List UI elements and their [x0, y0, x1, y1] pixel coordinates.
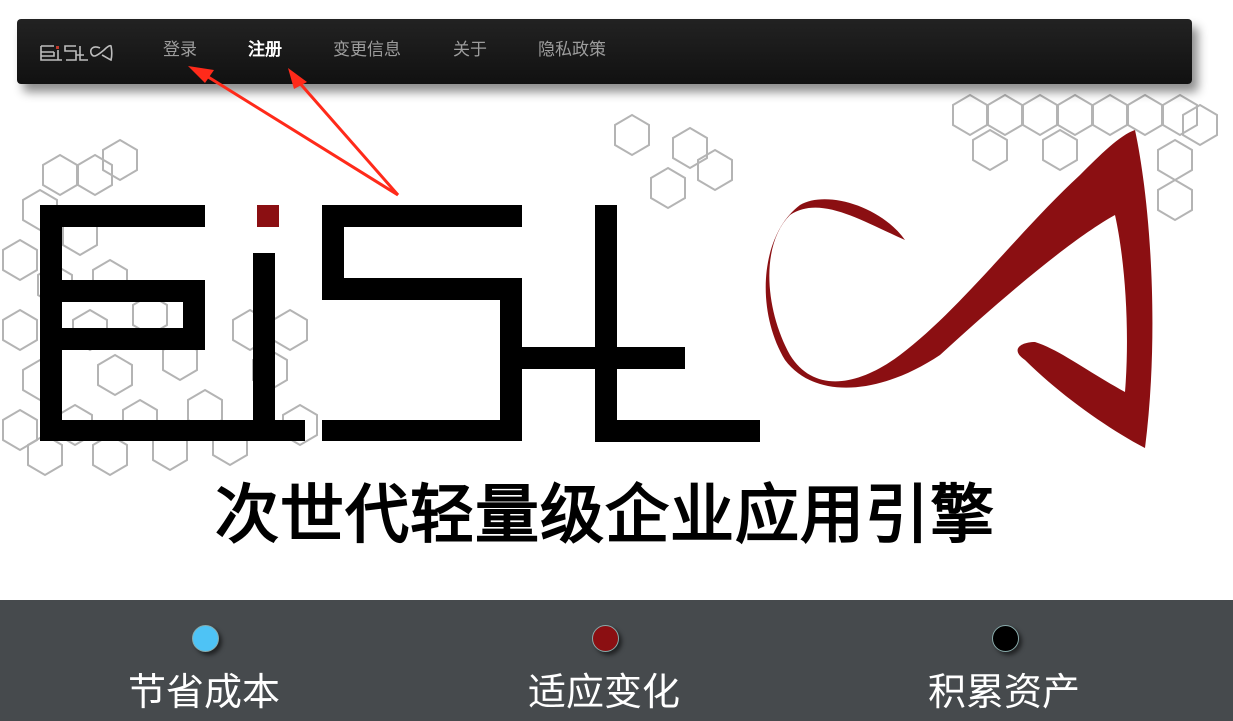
hero-tagline: 次世代轻量级企业应用引擎: [215, 479, 995, 553]
top-navbar: 登录 注册 变更信息 关于 隐私政策: [17, 19, 1192, 84]
feature-accumulate-assets: 积累资产: [854, 600, 1154, 721]
nav-about[interactable]: 关于: [453, 39, 487, 61]
brand-logo[interactable]: [40, 41, 114, 63]
feature-save-cost: 节省成本: [54, 600, 354, 721]
logo-i-dot: [257, 205, 279, 227]
nav-login[interactable]: 登录: [163, 39, 197, 61]
logo-letters: [40, 205, 760, 442]
feature-label: 积累资产: [927, 670, 1080, 714]
nav-privacy-policy[interactable]: 隐私政策: [538, 39, 606, 61]
logo-ribbon: [765, 130, 1153, 448]
feature-dot-icon: [592, 625, 619, 652]
feature-adapt-change: 适应变化: [454, 600, 754, 721]
feature-dot-icon: [192, 625, 219, 652]
nav-change-info[interactable]: 变更信息: [333, 39, 401, 61]
feature-label: 节省成本: [127, 670, 280, 714]
nav-register[interactable]: 注册: [248, 39, 282, 61]
feature-label: 适应变化: [527, 670, 680, 714]
features-band: 节省成本 适应变化 积累资产: [0, 600, 1233, 721]
feature-dot-icon: [992, 625, 1019, 652]
hex-pattern-middle: [614, 114, 733, 209]
